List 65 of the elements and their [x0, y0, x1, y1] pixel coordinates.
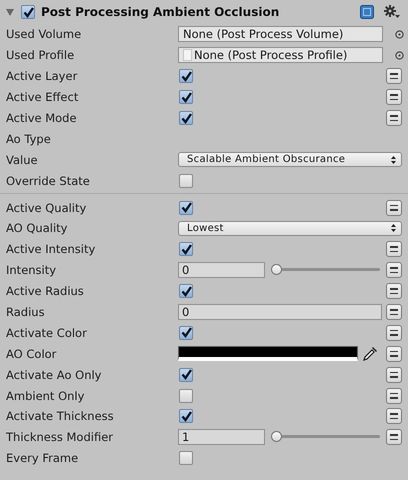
object-field[interactable]: None (Post Process Profile) — [178, 47, 383, 64]
property-label: Value — [6, 152, 39, 167]
menu-button[interactable] — [386, 429, 402, 446]
checkbox[interactable] — [179, 200, 193, 215]
property-label: Used Profile — [6, 48, 76, 62]
number-field[interactable]: 0 — [178, 262, 265, 278]
property-label: Radius — [6, 305, 46, 320]
updown-arrow-icon[interactable] — [391, 224, 396, 232]
checkbox[interactable] — [179, 111, 193, 125]
dropdown[interactable]: Scalable Ambient Obscurance — [178, 152, 402, 168]
menu-button[interactable] — [386, 262, 402, 278]
property-label: Active Layer — [6, 69, 78, 84]
checkbox[interactable] — [21, 5, 35, 19]
slider-thumb[interactable] — [271, 431, 282, 442]
gear-icon[interactable] — [384, 5, 400, 19]
checkbox[interactable] — [179, 368, 193, 382]
menu-button[interactable] — [386, 68, 402, 84]
property-label: AO Quality — [6, 221, 68, 236]
number-field[interactable]: 1 — [178, 429, 265, 446]
property-label: Active Radius — [6, 284, 85, 298]
checkbox[interactable] — [179, 174, 193, 188]
checkbox[interactable] — [179, 451, 193, 466]
slider-thumb[interactable] — [271, 264, 282, 276]
property-label: Ambient Only — [6, 388, 86, 403]
property-label: Intensity — [6, 263, 58, 278]
number-field[interactable]: 0 — [178, 304, 382, 320]
menu-button[interactable] — [386, 366, 402, 383]
color-swatch[interactable] — [178, 346, 358, 362]
menu-button[interactable] — [386, 200, 402, 216]
menu-button[interactable] — [386, 304, 402, 320]
menu-button[interactable] — [386, 283, 402, 300]
dropdown[interactable]: Lowest — [178, 220, 402, 236]
checkbox[interactable] — [179, 326, 193, 340]
property-label: Thickness Modifier — [6, 430, 114, 444]
updown-arrow-icon[interactable] — [391, 156, 396, 164]
checkbox[interactable] — [179, 69, 193, 84]
component-title: Post Processing Ambient Occlusion — [41, 5, 280, 19]
property-label: Active Quality — [6, 200, 88, 215]
property-label: Override State — [6, 174, 91, 188]
property-label: Every Frame — [6, 451, 80, 466]
menu-button[interactable] — [386, 89, 402, 106]
object-field[interactable]: None (Post Process Volume) — [178, 26, 383, 42]
foldout-icon[interactable] — [6, 8, 14, 16]
property-label: Activate Ao Only — [6, 368, 102, 382]
checkbox[interactable] — [179, 409, 193, 424]
menu-button[interactable] — [386, 110, 402, 126]
property-label: Active Intensity — [6, 242, 96, 256]
property-label: Activate Color — [6, 326, 88, 340]
property-label: Active Effect — [6, 90, 80, 104]
checkbox[interactable] — [179, 90, 193, 104]
property-label: Activate Thickness — [6, 409, 115, 424]
checkbox[interactable] — [179, 388, 193, 403]
menu-button[interactable] — [386, 388, 402, 404]
checkbox[interactable] — [179, 242, 193, 256]
menu-button[interactable] — [386, 324, 402, 341]
checkbox[interactable] — [179, 284, 193, 298]
property-label: Used Volume — [6, 27, 82, 42]
property-label: Active Mode — [6, 111, 78, 125]
menu-button[interactable] — [386, 346, 402, 362]
menu-button[interactable] — [386, 241, 402, 258]
target-icon[interactable] — [395, 30, 404, 39]
target-icon[interactable] — [395, 50, 404, 60]
property-label: AO Color — [6, 346, 58, 361]
property-label: Ao Type — [6, 132, 52, 146]
menu-button[interactable] — [386, 408, 402, 424]
